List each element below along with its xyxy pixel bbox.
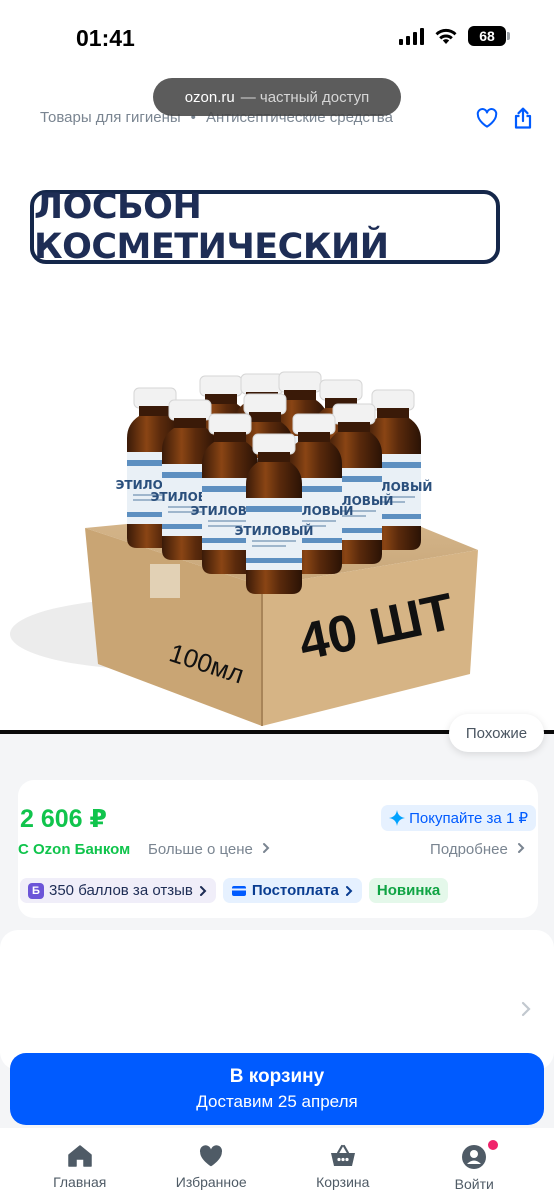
tab-favorites[interactable]: Избранное <box>161 1128 261 1200</box>
browser-url-pill[interactable]: ozon.ru — частный доступ <box>153 78 401 116</box>
chip-review-points[interactable]: Б 350 баллов за отзыв <box>20 878 216 903</box>
price-card: 2 606 ₽ Покупайте за 1 ₽ С Ozon Банком Б… <box>18 780 538 918</box>
url-access-label: — частный доступ <box>240 88 370 106</box>
buy-for-1-rub-badge[interactable]: Покупайте за 1 ₽ <box>381 805 536 831</box>
buy-for-label: Покупайте за 1 ₽ <box>409 810 528 827</box>
more-about-price-label: Больше о цене <box>148 841 253 858</box>
chip-postpay-label: Постоплата <box>251 882 339 899</box>
page-header: Товары для гигиены • Антисептические сре… <box>0 76 554 184</box>
chevron-right-icon <box>521 1001 531 1017</box>
status-bar: 01:41 68 <box>0 0 554 76</box>
heart-icon <box>200 1145 223 1167</box>
bottom-tab-bar: Главная Избранное Корзина Войти <box>0 1128 554 1200</box>
chevron-right-icon <box>518 843 525 853</box>
favorite-button[interactable] <box>475 106 499 130</box>
url-domain: ozon.ru <box>184 88 235 106</box>
product-photo-scene: ЭТИЛОВЫЙ 40 ШТ 100мл <box>10 371 478 726</box>
add-to-cart-label: В корзину <box>229 1066 325 1087</box>
product-image[interactable]: ЛОСЬОН КОСМЕТИЧЕСКИЙ ЭТИЛОВЫЙ <box>0 184 554 732</box>
sparkle-icon <box>389 810 406 826</box>
chevron-right-icon <box>263 843 270 853</box>
tab-home[interactable]: Главная <box>30 1128 130 1200</box>
status-time: 01:41 <box>76 25 135 51</box>
product-banner: ЛОСЬОН КОСМЕТИЧЕСКИЙ <box>30 187 500 267</box>
status-icons: 68 <box>399 26 510 46</box>
share-button[interactable] <box>511 106 535 130</box>
heart-outline-icon <box>476 108 498 128</box>
add-to-cart-button[interactable]: В корзину Доставим 25 апреля <box>10 1053 544 1125</box>
chip-new: Новинка <box>368 878 449 903</box>
similar-button[interactable]: Похожие <box>449 714 544 752</box>
battery-icon: 68 <box>468 26 510 46</box>
wifi-icon <box>435 28 457 44</box>
chip-new-label: Новинка <box>376 882 441 899</box>
tab-cart[interactable]: Корзина <box>293 1128 393 1200</box>
chip-review-points-label: 350 баллов за отзыв <box>49 882 193 899</box>
product-banner-text: ЛОСЬОН КОСМЕТИЧЕСКИЙ <box>34 187 389 267</box>
profile-icon <box>462 1145 487 1169</box>
tab-favorites-label: Избранное <box>175 1174 247 1190</box>
tab-login-label: Войти <box>454 1176 494 1192</box>
ozon-bank-label: С Ozon Банком <box>18 841 131 858</box>
chevron-right-icon <box>345 885 353 896</box>
tab-home-label: Главная <box>53 1174 107 1190</box>
home-icon <box>68 1145 92 1167</box>
promo-chips: Б 350 баллов за отзыв Постоплата Новинка <box>20 878 449 903</box>
tab-login[interactable]: Войти <box>424 1128 524 1200</box>
price-value: 2 606 ₽ <box>20 805 107 833</box>
basket-icon <box>330 1144 355 1166</box>
points-b-icon: Б <box>28 882 44 899</box>
details-label: Подробнее <box>430 841 508 858</box>
more-about-price-link[interactable]: Больше о цене <box>148 841 271 858</box>
share-icon <box>514 107 532 129</box>
notification-dot <box>486 1138 501 1152</box>
signal-icon <box>399 27 424 45</box>
info-card[interactable] <box>0 930 554 1070</box>
chip-postpay[interactable]: Постоплата <box>222 878 362 903</box>
postpay-icon <box>231 885 246 896</box>
chevron-right-icon <box>199 885 207 896</box>
delivery-date-label: Доставим 25 апреля <box>196 1092 358 1111</box>
details-link[interactable]: Подробнее <box>430 841 526 858</box>
tab-cart-label: Корзина <box>316 1174 370 1190</box>
